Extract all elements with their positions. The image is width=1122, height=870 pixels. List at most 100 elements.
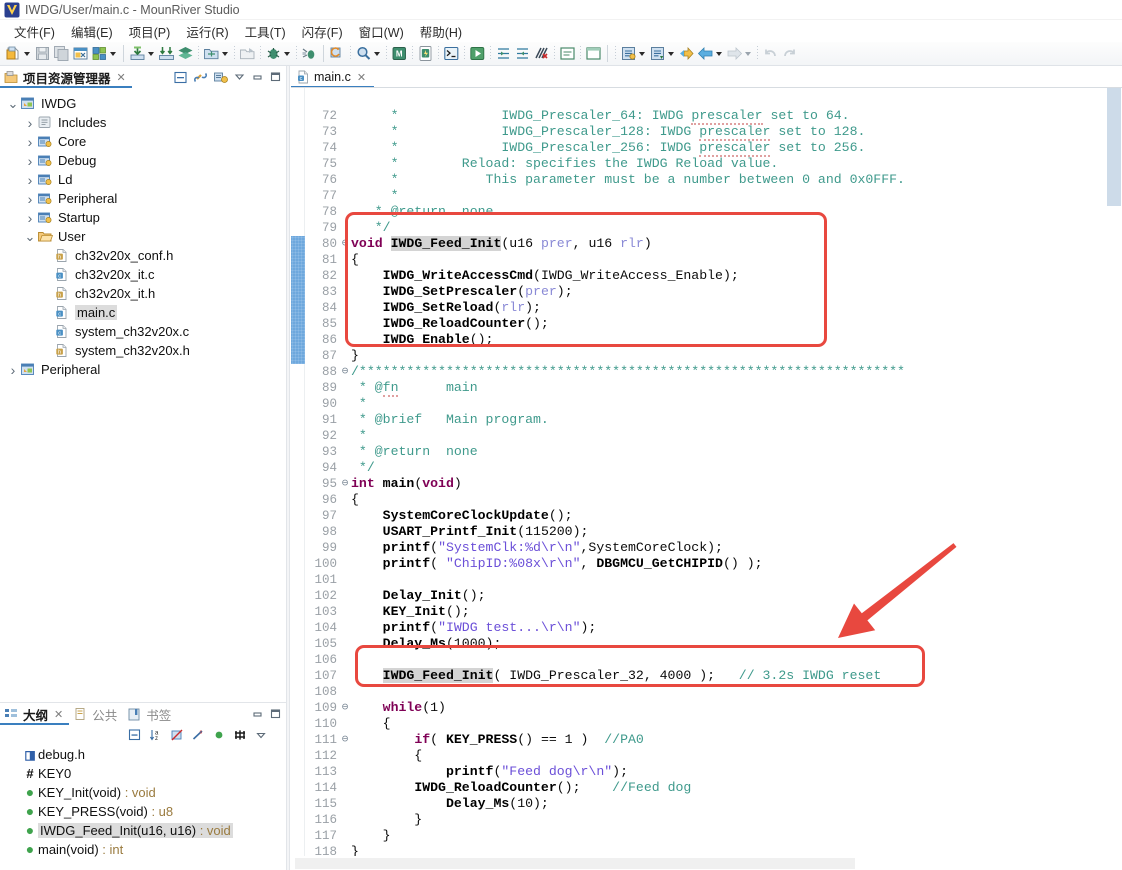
outdent-button[interactable] bbox=[513, 43, 532, 65]
menu-tools[interactable]: 工具(T) bbox=[237, 21, 294, 42]
code-line[interactable]: /***************************************… bbox=[351, 364, 905, 380]
window-button[interactable] bbox=[584, 43, 603, 65]
tree-item-iwdg[interactable]: ⌄ IWDG bbox=[0, 94, 286, 113]
code-line[interactable]: * bbox=[351, 188, 399, 204]
code-text[interactable]: * IWDG_Prescaler_64: IWDG prescaler set … bbox=[351, 88, 1106, 870]
back-button[interactable] bbox=[696, 43, 715, 65]
code-line[interactable]: IWDG_SetReload(rlr); bbox=[351, 300, 541, 316]
code-line[interactable]: { bbox=[351, 716, 391, 732]
code-line[interactable]: * IWDG_Prescaler_128: IWDG prescaler set… bbox=[351, 124, 865, 141]
code-line[interactable]: * IWDG_Prescaler_256: IWDG prescaler set… bbox=[351, 140, 865, 157]
tab-bookmarks[interactable]: 书签 bbox=[123, 703, 177, 725]
code-line[interactable]: */ bbox=[351, 460, 375, 476]
scrollbar-thumb[interactable] bbox=[295, 858, 855, 869]
tree-item-main-c[interactable]: c main.c bbox=[0, 303, 286, 322]
annotation-ruler[interactable] bbox=[291, 88, 305, 870]
fold-toggle-icon[interactable]: ⊖ bbox=[340, 476, 350, 492]
code-line[interactable]: if( KEY_PRESS() == 1 ) //PA0 bbox=[351, 732, 644, 748]
chevron-down-icon[interactable]: ⌄ bbox=[23, 230, 37, 243]
code-line[interactable]: } bbox=[351, 812, 422, 828]
tree-item-peripheral[interactable]: › Peripheral bbox=[0, 189, 286, 208]
fold-toggle-icon[interactable]: ⊖ bbox=[340, 732, 350, 748]
outline-item[interactable]: ● KEY_PRESS(void) : u8 bbox=[0, 802, 286, 821]
outline-item[interactable]: ◨ debug.h bbox=[0, 745, 286, 764]
open-type-button[interactable] bbox=[619, 43, 638, 65]
open-resource-button[interactable] bbox=[648, 43, 667, 65]
download-all-button[interactable] bbox=[157, 43, 176, 65]
chevron-right-icon[interactable]: › bbox=[6, 362, 20, 378]
chevron-down-icon[interactable] bbox=[24, 51, 30, 56]
tree-item-peripheral[interactable]: › Peripheral bbox=[0, 360, 286, 379]
view-menu-icon[interactable] bbox=[213, 70, 228, 85]
run-button[interactable] bbox=[468, 43, 487, 65]
back-forward-button[interactable] bbox=[677, 43, 696, 65]
tree-item-ch32v20x-conf-h[interactable]: h ch32v20x_conf.h bbox=[0, 246, 286, 265]
chevron-right-icon[interactable]: › bbox=[23, 210, 37, 226]
chevron-down-icon[interactable] bbox=[110, 51, 116, 56]
undo-dim-button[interactable] bbox=[761, 43, 780, 65]
code-line[interactable]: IWDG_ReloadCounter(); bbox=[351, 316, 549, 332]
tree-item-debug[interactable]: › Debug bbox=[0, 151, 286, 170]
folding-ruler[interactable]: ⊖ ⊖ ⊖ ⊖ ⊖ bbox=[339, 88, 351, 870]
tree-item-system-ch32v20x-h[interactable]: h system_ch32v20x.h bbox=[0, 341, 286, 360]
collapse-all-icon[interactable] bbox=[128, 728, 142, 742]
outline-item[interactable]: ● main(void) : int bbox=[0, 840, 286, 859]
fold-toggle-icon[interactable]: ⊖ bbox=[340, 700, 350, 716]
chevron-down-icon[interactable] bbox=[745, 51, 751, 56]
tree-item-ld[interactable]: › Ld bbox=[0, 170, 286, 189]
chevron-down-icon[interactable] bbox=[716, 51, 722, 56]
maximize-icon[interactable] bbox=[269, 707, 282, 722]
code-line[interactable]: } bbox=[351, 828, 391, 844]
tab-outline[interactable]: 大纲 ✕ bbox=[0, 703, 70, 725]
code-line[interactable]: * Reload: specifies the IWDG Reload valu… bbox=[351, 156, 779, 172]
terminal-button[interactable] bbox=[442, 43, 461, 65]
tree-item-ch32v20x-it-h[interactable]: h ch32v20x_it.h bbox=[0, 284, 286, 303]
tab-main-c[interactable]: c main.c ✕ bbox=[291, 66, 375, 88]
download-button[interactable] bbox=[128, 43, 147, 65]
menu-flash[interactable]: 闪存(F) bbox=[294, 21, 351, 42]
hide-nonpublic-icon[interactable] bbox=[212, 728, 226, 742]
code-line[interactable]: printf("SystemClk:%d\r\n",SystemCoreCloc… bbox=[351, 540, 723, 556]
editor-vertical-scrollbar[interactable] bbox=[1106, 88, 1122, 854]
menu-edit[interactable]: 编辑(E) bbox=[63, 21, 121, 42]
code-line[interactable]: */ bbox=[351, 220, 391, 236]
tree-item-ch32v20x-it-c[interactable]: c ch32v20x_it.c bbox=[0, 265, 286, 284]
hide-static-icon[interactable]: s bbox=[191, 728, 205, 742]
open-folder-button[interactable] bbox=[202, 43, 221, 65]
link-editor-icon[interactable] bbox=[193, 70, 208, 85]
fold-toggle-icon[interactable]: ⊖ bbox=[340, 364, 350, 380]
clear-marks-button[interactable] bbox=[532, 43, 551, 65]
chevron-right-icon[interactable]: › bbox=[23, 134, 37, 150]
code-line[interactable]: { bbox=[351, 492, 359, 508]
debug-step-button[interactable] bbox=[300, 43, 319, 65]
vertical-splitter[interactable] bbox=[286, 66, 290, 870]
chevron-down-icon[interactable] bbox=[284, 51, 290, 56]
chevron-down-icon[interactable]: ⌄ bbox=[6, 97, 20, 110]
build-config-button[interactable] bbox=[90, 43, 109, 65]
layers-button[interactable] bbox=[176, 43, 195, 65]
close-icon[interactable]: ✕ bbox=[357, 71, 366, 84]
chevron-right-icon[interactable]: › bbox=[23, 153, 37, 169]
code-line[interactable]: * @fn main bbox=[351, 380, 478, 397]
flash-button[interactable] bbox=[416, 43, 435, 65]
tree-item-system-ch32v20x-c[interactable]: c system_ch32v20x.c bbox=[0, 322, 286, 341]
build-project-button[interactable] bbox=[71, 43, 90, 65]
save-button[interactable] bbox=[33, 43, 52, 65]
maximize-icon[interactable] bbox=[269, 70, 282, 85]
code-line[interactable]: { bbox=[351, 748, 422, 764]
chevron-down-icon[interactable] bbox=[668, 51, 674, 56]
code-line[interactable]: { bbox=[351, 252, 359, 268]
tree-item-includes[interactable]: › Includes bbox=[0, 113, 286, 132]
view-chevron-icon[interactable] bbox=[233, 70, 246, 85]
chevron-down-icon[interactable] bbox=[374, 51, 380, 56]
menu-run[interactable]: 运行(R) bbox=[178, 21, 236, 42]
collapse-all-icon[interactable] bbox=[173, 70, 188, 85]
chevron-down-icon[interactable] bbox=[222, 51, 228, 56]
code-line[interactable]: Delay_Init(); bbox=[351, 588, 486, 604]
tree-item-startup[interactable]: › Startup bbox=[0, 208, 286, 227]
filter-icon[interactable] bbox=[233, 728, 247, 742]
code-line[interactable]: USART_Printf_Init(115200); bbox=[351, 524, 589, 540]
menu-window[interactable]: 窗口(W) bbox=[351, 21, 412, 42]
code-line[interactable]: printf("IWDG test...\r\n"); bbox=[351, 620, 597, 636]
outline-item[interactable]: # KEY0 bbox=[0, 764, 286, 783]
